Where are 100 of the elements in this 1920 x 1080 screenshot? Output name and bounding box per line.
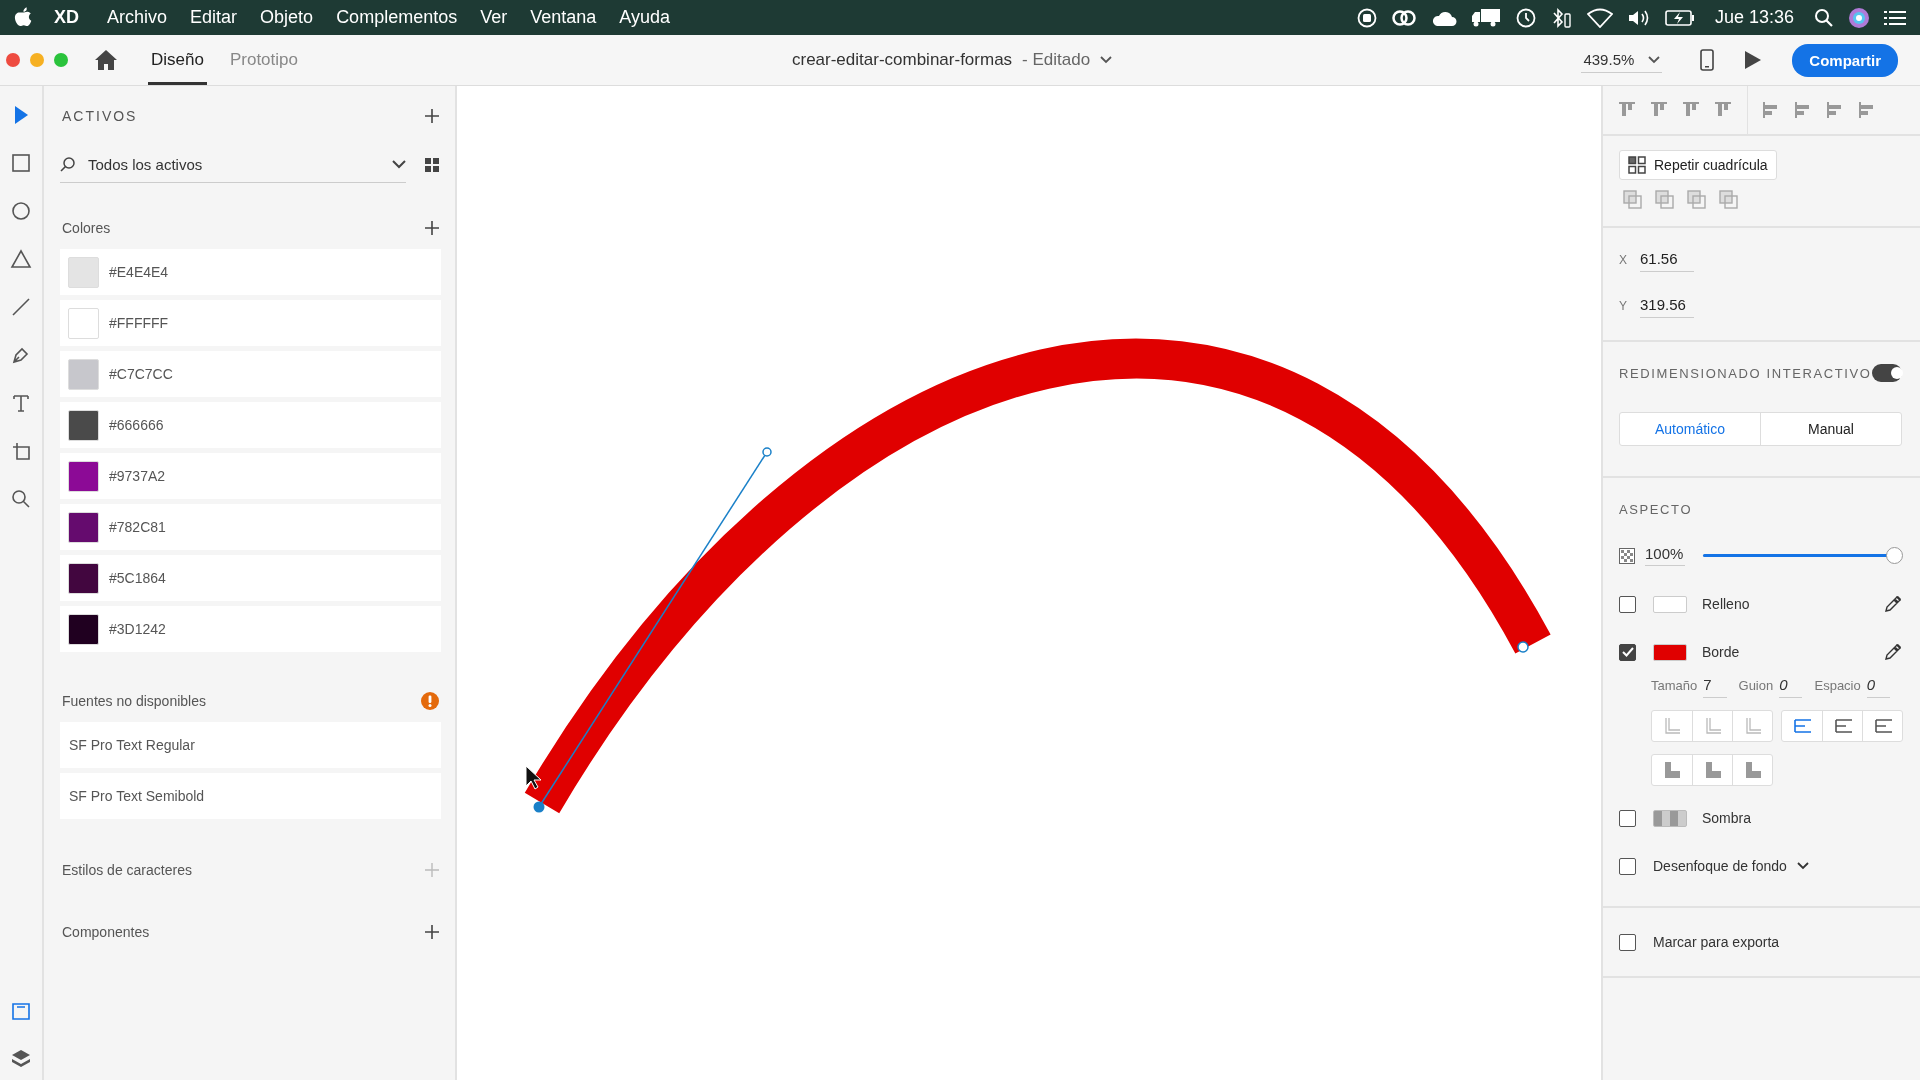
rings-icon[interactable] (1390, 7, 1417, 28)
zoom-tool-icon[interactable] (10, 488, 32, 510)
checkbox[interactable] (1619, 809, 1636, 827)
opacity-slider[interactable] (1703, 546, 1902, 565)
color-asset-row[interactable]: #9737A2 (60, 453, 441, 499)
add-icon[interactable] (425, 221, 439, 235)
align-icon[interactable] (1617, 101, 1637, 119)
record-icon[interactable] (1356, 7, 1377, 28)
resize-mode-option[interactable]: Automático (1620, 413, 1760, 445)
list-icon[interactable] (1884, 8, 1906, 27)
assets-panel-icon[interactable] (10, 1000, 32, 1022)
anchor-point[interactable] (1517, 641, 1529, 653)
font-name: SF Pro Text Regular (68, 737, 195, 753)
x-field[interactable]: 61.56 (1640, 248, 1694, 272)
checkbox[interactable] (1619, 857, 1636, 875)
color-asset-row[interactable]: #782C81 (60, 504, 441, 550)
dash-field[interactable]: 0 (1779, 676, 1803, 698)
zoom-dropdown[interactable]: 439.5% (1581, 47, 1663, 73)
share-button[interactable]: Compartir (1792, 43, 1898, 77)
align-icon[interactable] (1713, 101, 1733, 119)
eyedropper-icon[interactable] (1884, 595, 1902, 613)
add-icon[interactable] (425, 109, 439, 123)
play-icon[interactable] (1744, 50, 1763, 70)
color-asset-row[interactable]: #3D1242 (60, 606, 441, 652)
line-cap-icon (1791, 718, 1813, 734)
color-hex: #5C1864 (109, 570, 166, 586)
menu-item[interactable]: Objeto (260, 7, 314, 28)
bluetooth-icon[interactable] (1550, 6, 1573, 29)
wifi-icon[interactable] (1586, 7, 1613, 28)
color-hex: #E4E4E4 (109, 264, 169, 280)
text-tool-icon[interactable] (10, 392, 32, 414)
anchor-point[interactable] (533, 801, 545, 813)
search-icon (60, 156, 76, 172)
home-icon[interactable] (94, 49, 118, 71)
color-asset-row[interactable]: #5C1864 (60, 555, 441, 601)
rectangle-tool-icon[interactable] (10, 152, 32, 174)
corner-join-icon (1703, 761, 1722, 779)
close-button[interactable] (6, 53, 20, 67)
ellipse-tool-icon[interactable] (10, 200, 32, 222)
section-heading: Componentes (62, 924, 150, 940)
menu-item[interactable]: Ver (480, 7, 508, 28)
add-icon (425, 863, 439, 877)
add-icon[interactable] (425, 925, 439, 939)
toggle-switch[interactable] (1871, 364, 1902, 382)
search-icon[interactable] (1814, 7, 1834, 28)
field-label: Guion (1738, 678, 1774, 693)
align-icon[interactable] (1649, 101, 1669, 119)
color-hex: #782C81 (109, 519, 166, 535)
color-asset-row[interactable]: #FFFFFF (60, 300, 441, 346)
shadow-swatch[interactable] (1653, 809, 1687, 827)
artboard-tool-icon[interactable] (10, 440, 32, 462)
truck-icon[interactable] (1470, 7, 1501, 28)
section-heading: ASPECTO (1619, 502, 1694, 517)
mode-tab[interactable]: Diseño (148, 35, 207, 85)
grid-view-icon[interactable] (425, 157, 439, 172)
y-field[interactable]: 319.56 (1640, 294, 1694, 318)
polygon-tool-icon[interactable] (10, 248, 32, 270)
menu-item[interactable]: Archivo (107, 7, 168, 28)
font-row[interactable]: SF Pro Text Regular (60, 722, 441, 768)
align-icon[interactable] (1681, 101, 1701, 119)
field-label: Tamaño (1651, 678, 1698, 693)
menu-item[interactable]: Ventana (530, 7, 597, 28)
apple-logo-icon[interactable] (14, 6, 32, 29)
menu-item[interactable]: Editar (190, 7, 238, 28)
battery-icon[interactable] (1664, 8, 1695, 27)
color-swatch[interactable] (1653, 643, 1687, 661)
effect-label: Desenfoque de fondo (1653, 858, 1787, 874)
eyedropper-icon[interactable] (1884, 643, 1902, 661)
document-status[interactable]: - Editado (1022, 50, 1091, 70)
font-name: SF Pro Text Semibold (68, 788, 205, 804)
gap-field[interactable]: 0 (1866, 676, 1890, 698)
opacity-value[interactable]: 100% (1645, 545, 1685, 566)
resize-mode-option[interactable]: Manual (1760, 413, 1901, 445)
checkbox[interactable] (1619, 595, 1636, 613)
effect-label: Sombra (1702, 810, 1752, 826)
chevron-down-icon[interactable] (1796, 862, 1809, 870)
chevron-down-icon[interactable] (1100, 56, 1113, 64)
color-asset-row[interactable]: #E4E4E4 (60, 249, 441, 295)
color-asset-row[interactable]: #C7C7CC (60, 351, 441, 397)
curved-path[interactable] (525, 338, 1550, 814)
clock-icon[interactable] (1514, 6, 1537, 29)
repeat-grid-button[interactable]: Repetir cuadrícula (1619, 150, 1777, 180)
clock-text[interactable]: Jue 13:36 (1714, 7, 1794, 28)
line-tool-icon[interactable] (10, 296, 32, 318)
stroke-size-field[interactable]: 7 (1703, 676, 1727, 698)
orb-icon[interactable] (1848, 6, 1870, 29)
color-asset-row[interactable]: #666666 (60, 402, 441, 448)
menu-item[interactable]: Complementos (336, 7, 458, 28)
slider-thumb[interactable] (1886, 547, 1903, 564)
handle-point[interactable] (762, 447, 772, 457)
color-hex: #9737A2 (109, 468, 166, 484)
filter-dropdown[interactable]: Todos los activos (60, 146, 406, 183)
app-menu[interactable]: XD (54, 7, 79, 28)
menu-item[interactable]: Ayuda (619, 7, 670, 28)
checkbox[interactable] (1619, 643, 1636, 661)
color-swatch[interactable] (1653, 595, 1687, 613)
layers-icon[interactable] (10, 1048, 32, 1070)
font-row[interactable]: SF Pro Text Semibold (60, 773, 441, 819)
mobile-preview-icon[interactable] (1700, 49, 1715, 71)
checkbox[interactable] (1619, 933, 1636, 951)
